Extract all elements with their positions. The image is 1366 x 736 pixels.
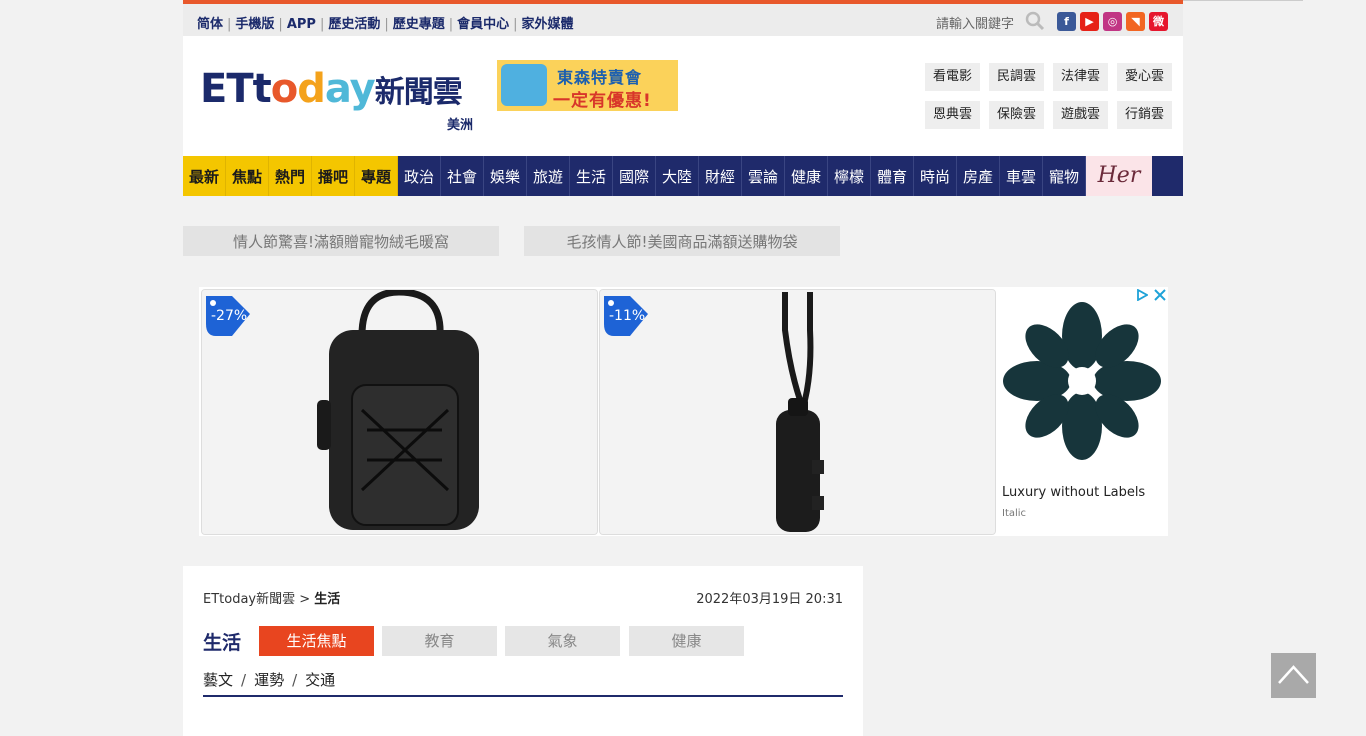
main-nav: 最新 焦點 熱門 播吧 專題 政治 社會 娛樂 旅遊 生活 國際 大陸 財經 雲論 健康 檸檬 體育 時尚 房產 車雲…: [183, 156, 1183, 196]
nav-item[interactable]: 社會: [441, 156, 484, 196]
subtab-health[interactable]: 健康: [629, 626, 744, 656]
discount-label-2: -11%: [609, 308, 646, 324]
weibo-icon[interactable]: 微: [1149, 12, 1168, 31]
breadcrumb-home[interactable]: ETtoday新聞雲 >: [203, 592, 310, 607]
link-history-events[interactable]: 歷史活動: [328, 17, 380, 32]
cloud-law[interactable]: 法律雲: [1053, 63, 1108, 91]
link-history-topics[interactable]: 歷史專題: [393, 17, 445, 32]
top-bar: 简体 | 手機版 | APP | 歷史活動 | 歷史專題 | 會員中心 | 家外媒體 請輸入關鍵字 f ▶…: [183, 4, 1183, 36]
promo-link-2[interactable]: 毛孩情人節!美國商品滿額送購物袋: [524, 226, 840, 256]
banner-line2: 一定有優惠!: [553, 91, 652, 111]
discount-label-1: -27%: [211, 308, 248, 324]
rss-icon[interactable]: ◥: [1126, 12, 1145, 31]
ad-card-backpack[interactable]: -27%: [201, 289, 598, 535]
promo-link-1[interactable]: 情人節驚喜!滿額贈寵物絨毛暖窩: [183, 226, 499, 256]
ad-card-bottle-sling[interactable]: -11%: [599, 289, 996, 535]
ad-block: -27% -11% Luxury without Labels Italic: [199, 287, 1168, 536]
nav-her[interactable]: Her: [1086, 156, 1152, 196]
link-simplified[interactable]: 简体: [197, 17, 223, 32]
ad-choices-icon[interactable]: [1136, 289, 1148, 301]
link-member-center[interactable]: 會員中心: [457, 17, 509, 32]
bottle-sling-image: [600, 290, 995, 534]
nav-item[interactable]: 健康: [785, 156, 828, 196]
cloud-movie[interactable]: 看電影: [925, 63, 980, 91]
nav-hot-item[interactable]: 播吧: [312, 156, 355, 196]
sublink-traffic[interactable]: 交通: [305, 671, 335, 689]
ad-title[interactable]: Luxury without Labels: [1002, 485, 1145, 500]
sub-links: 藝文 / 運勢 / 交通: [203, 671, 336, 689]
breadcrumb: ETtoday新聞雲 > 生活: [203, 588, 340, 607]
nav-item[interactable]: 政治: [398, 156, 441, 196]
cloud-poll[interactable]: 民調雲: [989, 63, 1044, 91]
nav-hot-item[interactable]: 專題: [355, 156, 398, 196]
divider: [203, 695, 843, 697]
nav-item[interactable]: 寵物: [1043, 156, 1086, 196]
nav-item[interactable]: 生活: [570, 156, 613, 196]
promo-banner[interactable]: 東森特賣會 一定有優惠!: [497, 60, 678, 111]
arrow-up-icon: [1278, 665, 1309, 684]
subtab-weather[interactable]: 氣象: [505, 626, 620, 656]
search-icon[interactable]: [1025, 11, 1045, 31]
nav-item[interactable]: 財經: [699, 156, 742, 196]
shopping-basket-icon: [501, 64, 547, 106]
site-logo[interactable]: ETtoday新聞雲: [200, 66, 463, 112]
ad-close-icon[interactable]: [1154, 289, 1166, 301]
breadcrumb-current[interactable]: 生活: [314, 592, 340, 607]
sublink-arts[interactable]: 藝文: [203, 671, 233, 689]
region-label: 美洲: [447, 118, 474, 133]
cloud-marketing[interactable]: 行銷雲: [1117, 101, 1172, 129]
nav-hot-item[interactable]: 最新: [183, 156, 226, 196]
nav-item[interactable]: 房產: [957, 156, 1000, 196]
instagram-icon[interactable]: ◎: [1103, 12, 1122, 31]
nav-item[interactable]: 娛樂: [484, 156, 527, 196]
cloud-game[interactable]: 遊戲雲: [1053, 101, 1108, 129]
sublink-fortune[interactable]: 運勢: [254, 671, 284, 689]
cooler-backpack-image: [202, 290, 597, 534]
cloud-grace[interactable]: 恩典雲: [925, 101, 980, 129]
nav-item[interactable]: 體育: [871, 156, 914, 196]
banner-line1: 東森特賣會: [557, 68, 643, 87]
nav-item[interactable]: 旅遊: [527, 156, 570, 196]
nav-hot-item[interactable]: 熱門: [269, 156, 312, 196]
link-mobile[interactable]: 手機版: [235, 17, 274, 32]
subtab-life-focus[interactable]: 生活焦點: [259, 626, 374, 656]
nav-item[interactable]: 國際: [613, 156, 656, 196]
timestamp: 2022年03月19日 20:31: [696, 592, 843, 607]
top-edge-line: [1183, 0, 1303, 1]
nav-item[interactable]: 大陸: [656, 156, 699, 196]
facebook-icon[interactable]: f: [1057, 12, 1076, 31]
ad-advertiser: Italic: [1002, 508, 1027, 519]
link-app[interactable]: APP: [287, 17, 316, 32]
nav-item[interactable]: 雲論: [742, 156, 785, 196]
nav-item[interactable]: 檸檬: [828, 156, 871, 196]
youtube-icon[interactable]: ▶: [1080, 12, 1099, 31]
site-header: ETtoday新聞雲 美洲 東森特賣會 一定有優惠! 看電影 民調雲 法律雲 愛…: [183, 36, 1183, 156]
search-input[interactable]: 請輸入關鍵字: [936, 13, 1014, 32]
nav-hot-item[interactable]: 焦點: [226, 156, 269, 196]
subtab-education[interactable]: 教育: [382, 626, 497, 656]
link-outdoor-media[interactable]: 家外媒體: [522, 17, 574, 32]
top-links: 简体 | 手機版 | APP | 歷史活動 | 歷史專題 | 會員中心 | 家外媒體: [197, 17, 574, 32]
brand-logo-flower-icon[interactable]: [1002, 301, 1162, 461]
back-to-top-button[interactable]: [1271, 653, 1316, 698]
cloud-charity[interactable]: 愛心雲: [1117, 63, 1172, 91]
cloud-insurance[interactable]: 保險雲: [989, 101, 1044, 129]
section-title: 生活: [203, 632, 242, 654]
nav-item[interactable]: 時尚: [914, 156, 957, 196]
section-content: ETtoday新聞雲 > 生活 2022年03月19日 20:31 生活 生活焦…: [183, 566, 863, 736]
nav-item[interactable]: 車雲: [1000, 156, 1043, 196]
